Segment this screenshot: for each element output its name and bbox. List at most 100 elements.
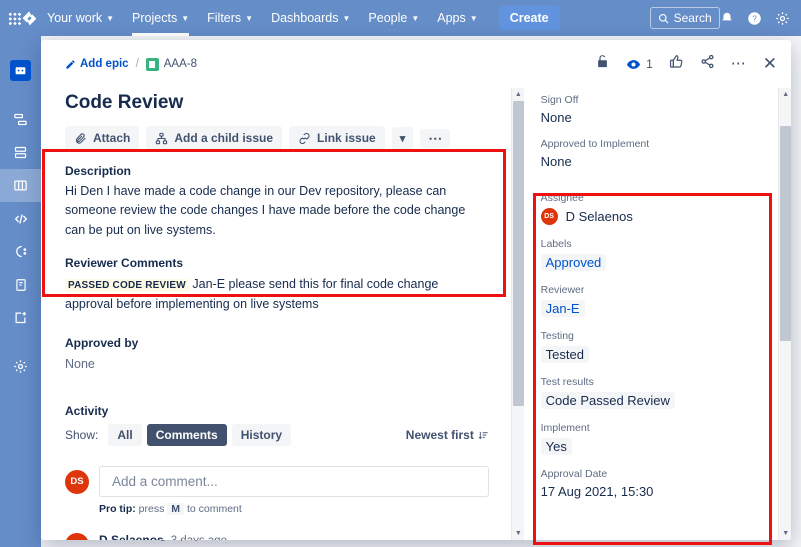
activity-show-label: Show: [65,428,99,443]
story-icon [145,57,159,71]
comment-item: DS D Selaenos 3 days ago Thanks Dan now … [65,533,489,540]
more-actions-dropdown-button[interactable]: ▾ [391,126,414,150]
thumbs-up-icon[interactable] [669,54,684,74]
project-settings-icon [14,360,27,373]
field-value[interactable]: None [541,110,763,125]
main-column-scrollbar[interactable]: ▲ ▼ [510,88,524,540]
watchers-count: 1 [646,57,653,71]
scroll-up-icon[interactable]: ▲ [779,88,791,101]
watchers-control[interactable]: 1 [626,57,653,72]
sidebar-item-add[interactable] [0,301,41,334]
field-value[interactable]: DS D Selaenos [540,208,763,225]
field-value[interactable]: Yes [540,438,763,455]
unlock-icon[interactable] [595,54,610,74]
nav-item-filters[interactable]: Filters ▼ [198,0,262,36]
description-text[interactable]: Hi Den I have made a code change in our … [65,182,489,240]
app-root: Your work ▼ Projects ▼ Filters ▼ Dashboa… [0,0,801,547]
link-issue-button[interactable]: Link issue [289,126,385,150]
field-value[interactable]: Approved [540,254,763,271]
chevron-down-icon: ▼ [245,13,254,23]
pro-tip-prefix: Pro tip: [99,503,136,516]
attach-button[interactable]: Attach [65,126,140,150]
sidebar-item-project-settings[interactable] [0,350,41,383]
more-icon: ⋯ [428,129,443,146]
activity-tab-history[interactable]: History [231,424,292,447]
activity-tab-all[interactable]: All [108,424,142,447]
activity-tab-comments[interactable]: Comments [146,424,227,447]
activity-filter-row: Show: All Comments History Newest first [65,424,489,447]
notifications-icon[interactable] [720,11,734,25]
field-implement: Implement Yes [540,422,763,455]
settings-icon[interactable] [775,11,790,26]
help-icon[interactable]: ? [747,11,762,26]
approved-by-value[interactable]: None [65,355,489,374]
field-label: Test results [540,376,594,388]
nav-item-label: People [368,11,408,25]
attach-label: Attach [93,131,131,145]
nav-item-people[interactable]: People ▼ [359,0,428,36]
chevron-down-icon: ▼ [181,13,190,23]
nav-item-your-work[interactable]: Your work ▼ [38,0,123,36]
reviewer-comments-label: Reviewer Comments [65,256,184,271]
field-value[interactable]: Code Passed Review [540,392,763,409]
breadcrumb-issue-link[interactable]: AAA-8 [145,57,197,71]
sidebar-item-board-stack[interactable] [0,136,41,169]
jira-logo-icon[interactable] [21,10,38,27]
field-value[interactable]: None [541,154,763,169]
activity-sort-button[interactable]: Newest first [406,428,489,442]
comment-author[interactable]: D Selaenos [99,533,164,540]
field-value[interactable]: Jan-E [540,300,763,317]
share-icon[interactable] [700,54,715,74]
comment-input[interactable]: Add a comment... [99,466,489,498]
passed-code-review-badge: PASSED CODE REVIEW [65,279,189,293]
nav-item-apps[interactable]: Apps ▼ [428,0,486,36]
search-placeholder: Search [673,11,712,25]
approved-by-section: Approved by None [65,336,489,374]
add-epic-label: Add epic [80,58,129,70]
field-value[interactable]: 17 Aug 2021, 15:30 [541,484,763,499]
nav-item-dashboards[interactable]: Dashboards ▼ [262,0,359,36]
add-epic-button[interactable]: Add epic [65,58,129,70]
reviewer-comments-text[interactable]: PASSED CODE REVIEW Jan-E please send thi… [65,275,489,314]
sidebar-item-board[interactable] [0,169,41,202]
link-icon [299,132,310,144]
link-issue-label: Link issue [317,131,376,145]
pro-tip-mid: press [138,503,165,516]
search-input[interactable]: Search [649,7,720,29]
add-child-issue-button[interactable]: Add a child issue [146,126,283,150]
scrollbar-thumb[interactable] [512,101,524,406]
add-item-icon [15,311,27,324]
issue-overflow-button[interactable]: ⋯ [420,128,451,148]
more-actions-icon[interactable]: ⋯ [731,56,747,71]
nav-item-projects[interactable]: Projects ▼ [123,0,198,36]
sidebar-item-backlog[interactable] [0,103,41,136]
scroll-down-icon[interactable]: ▼ [779,527,791,540]
description-label: Description [65,164,132,178]
sidebar-item-project-avatar[interactable] [0,54,41,87]
details-column-scrollbar[interactable]: ▲ ▼ [778,88,791,540]
field-assignee: Assignee DS D Selaenos [540,192,763,225]
board-stack-icon [14,146,27,159]
top-navigation-bar: Your work ▼ Projects ▼ Filters ▼ Dashboa… [0,0,801,36]
comment-placeholder: Add a comment... [112,474,218,490]
field-label: Labels [540,238,572,250]
sort-descending-icon [478,431,488,439]
field-label: Sign Off [540,94,579,106]
field-value[interactable]: Tested [540,346,763,363]
field-label: Implement [540,422,590,434]
issue-title: Code Review [65,92,184,113]
app-switcher-icon[interactable] [8,11,21,25]
create-button[interactable]: Create [498,6,560,30]
sidebar-item-code[interactable] [0,202,41,235]
activity-label: Activity [65,404,109,419]
test-results-chip: Code Passed Review [540,392,675,409]
issue-details-column: Sign Off None Approved to Implement None… [523,88,779,540]
sidebar-item-releases[interactable] [0,235,41,268]
field-label: Testing [540,330,574,342]
scrollbar-thumb[interactable] [780,126,791,341]
backlog-icon [14,113,27,126]
close-icon[interactable]: ✕ [763,54,777,74]
nav-item-label: Filters [207,11,242,25]
breadcrumb-separator: / [135,58,139,70]
sidebar-item-pages[interactable] [0,268,41,301]
